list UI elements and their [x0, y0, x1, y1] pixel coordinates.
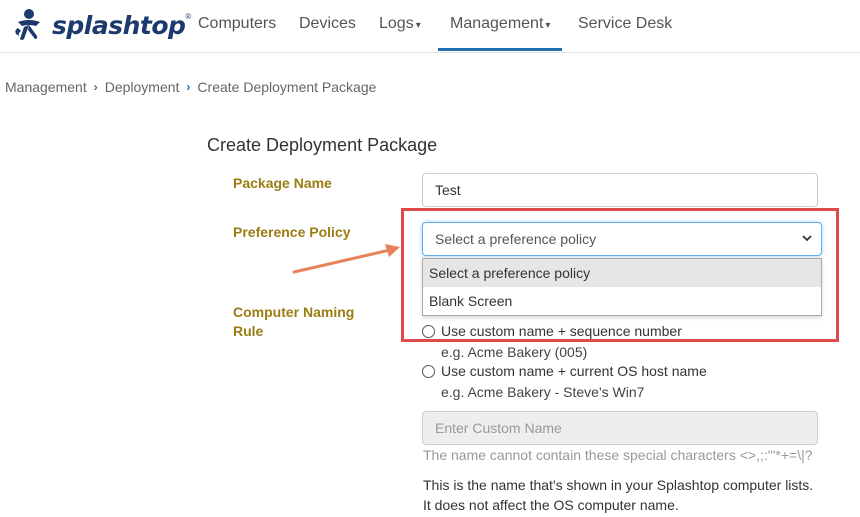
splashtop-logo-icon: [15, 9, 40, 40]
note-line-2: It does not affect the OS computer name.: [423, 497, 679, 513]
nav-logs[interactable]: Logs ▾: [379, 15, 421, 33]
annotation-highlight-box: [401, 208, 839, 342]
nav-management[interactable]: Management ▾: [450, 15, 550, 33]
breadcrumb: Management › Deployment › Create Deploym…: [5, 79, 376, 95]
chevron-down-icon: ▾: [545, 20, 551, 31]
nav-service-desk[interactable]: Service Desk: [578, 15, 672, 33]
breadcrumb-management[interactable]: Management: [5, 79, 87, 95]
nav-label: Management: [450, 15, 544, 32]
nav-computers[interactable]: Computers: [198, 15, 276, 33]
nav-active-indicator: [438, 48, 562, 51]
radio-label: Use custom name + current OS host name: [441, 363, 707, 379]
nav-label: Service Desk: [578, 15, 673, 32]
top-navbar: splashtop ® Computers Devices Logs ▾ Mana…: [0, 0, 860, 53]
radio-button[interactable]: [422, 364, 435, 378]
chevron-right-icon: ›: [186, 80, 191, 94]
nav-label: Devices: [299, 15, 356, 32]
preference-policy-label: Preference Policy: [233, 224, 351, 240]
example-text: e.g. Acme Bakery - Steve's Win7: [441, 384, 645, 400]
package-name-label: Package Name: [233, 175, 332, 191]
radio-os-host-name[interactable]: Use custom name + current OS host name: [422, 363, 707, 379]
brand-name: splashtop: [52, 10, 186, 40]
package-name-input[interactable]: [422, 173, 818, 207]
chevron-right-icon: ›: [93, 80, 98, 94]
annotation-arrow-icon: [292, 244, 400, 274]
chevron-down-icon: ▾: [415, 20, 421, 31]
page-title: Create Deployment Package: [207, 135, 438, 155]
splashtop-logo[interactable]: splashtop ®: [10, 7, 191, 43]
help-text: The name cannot contain these special ch…: [423, 447, 813, 463]
example-text: e.g. Acme Bakery (005): [441, 344, 588, 360]
note-line-1: This is the name that's shown in your Sp…: [423, 477, 814, 493]
nav-devices[interactable]: Devices: [299, 15, 356, 33]
registered-mark: ®: [185, 12, 192, 21]
breadcrumb-current: Create Deployment Package: [197, 79, 377, 95]
naming-rule-label-line2: Rule: [233, 323, 264, 339]
nav-label: Computers: [198, 15, 277, 32]
breadcrumb-deployment[interactable]: Deployment: [105, 79, 180, 95]
nav-label: Logs: [379, 15, 414, 32]
custom-name-input[interactable]: [422, 411, 818, 445]
naming-rule-label-line1: Computer Naming: [233, 304, 355, 320]
